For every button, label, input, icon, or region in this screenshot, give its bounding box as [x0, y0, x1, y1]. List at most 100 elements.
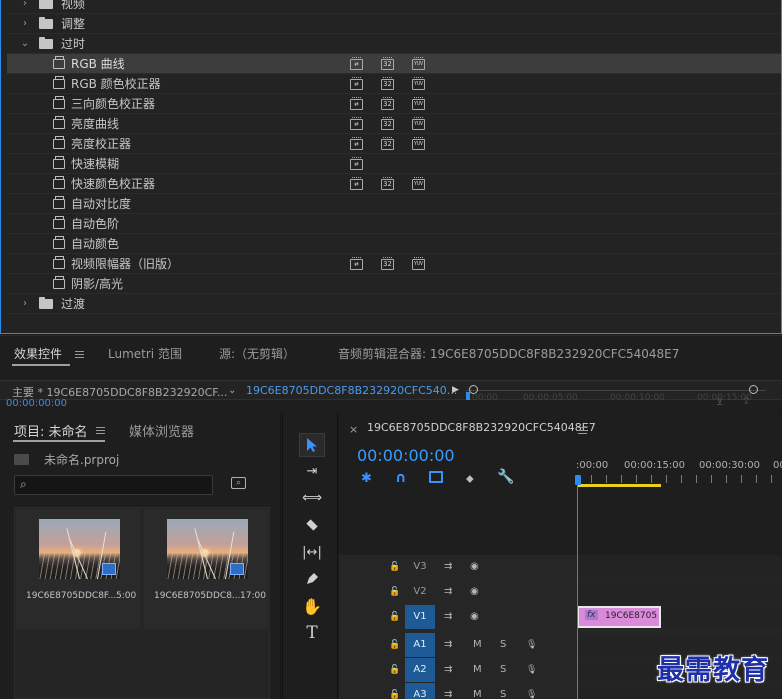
tab-media-browser[interactable]: 媒体浏览器 — [129, 421, 194, 440]
sync-lock-icon[interactable]: ⇉ — [444, 561, 452, 573]
panel-menu-icon[interactable] — [75, 351, 84, 358]
tab-effect-controls[interactable]: 效果控件 — [14, 345, 62, 362]
effect-row[interactable]: RGB 颜色校正器 ⇄ 32 YUV — [7, 74, 781, 94]
effects-folder-row[interactable]: › 调整 — [7, 14, 781, 34]
tab-source[interactable]: 源:（无剪辑） — [219, 345, 295, 362]
lock-icon[interactable]: 🔓 — [389, 639, 400, 651]
effects-folder-row[interactable]: › 过渡 — [7, 294, 781, 314]
effect-row[interactable]: 亮度曲线 ⇄ 32 YUV — [7, 114, 781, 134]
track-lane[interactable] — [576, 580, 782, 604]
mute-button[interactable]: M — [473, 639, 482, 650]
sequence-tab[interactable]: 19C6E8705DDC8F8B232920CFC54048E7 — [367, 421, 596, 434]
lock-icon[interactable]: 🔓 — [389, 586, 400, 598]
track-target-toggle[interactable]: V1 — [405, 605, 435, 629]
effect-row[interactable]: 自动色阶 — [7, 214, 781, 234]
effects-folder-row[interactable]: › 视频 — [7, 0, 781, 14]
tab-audio-clip-mixer[interactable]: 音频剪辑混合器: 19C6E8705DDC8F8B232920CFC54048E… — [338, 345, 679, 362]
microphone-icon[interactable]: 🎙 — [526, 664, 537, 676]
effect-row[interactable]: 自动对比度 — [7, 194, 781, 214]
timeline-playhead[interactable] — [575, 475, 581, 485]
add-marker-icon[interactable]: ⬥ — [466, 472, 474, 486]
chevron-right-icon[interactable]: › — [19, 18, 31, 29]
track-v3: 🔓 V3 ⇉ ◉ — [339, 555, 782, 579]
mini-ruler-tick: 00:00:05:00 — [523, 393, 578, 403]
mute-button[interactable]: M — [473, 664, 482, 675]
razor-tool-icon[interactable] — [299, 513, 325, 537]
chevron-right-icon[interactable]: › — [19, 298, 31, 309]
selection-tool-icon[interactable] — [299, 433, 325, 457]
effect-row[interactable]: 三向颜色校正器 ⇄ 32 YUV — [7, 94, 781, 114]
effects-folder-row[interactable]: ⌄ 过时 — [7, 34, 781, 54]
sequence-clip-label[interactable]: 19C6E8705DDC8F8B232920CFC540... — [246, 384, 457, 397]
timeline-clip-name: 19C6E8705 — [605, 611, 658, 621]
close-icon[interactable]: × — [349, 423, 358, 436]
solo-button[interactable]: S — [500, 689, 506, 699]
effect-row[interactable]: RGB 曲线 ⇄ 32 YUV — [7, 54, 781, 74]
effect-row[interactable]: 快速颜色校正器 ⇄ 32 YUV — [7, 174, 781, 194]
work-area-bar[interactable] — [577, 484, 661, 487]
eye-icon[interactable]: ◉ — [470, 586, 479, 598]
search-input[interactable]: ⌕ — [14, 475, 213, 495]
track-target-toggle[interactable]: A2 — [405, 658, 435, 682]
fx-playhead[interactable] — [466, 392, 470, 400]
track-target-toggle[interactable]: V2 — [405, 580, 435, 604]
panel-menu-icon[interactable] — [96, 427, 105, 434]
clip-thumbnail[interactable] — [167, 519, 248, 579]
mute-button[interactable]: M — [473, 689, 482, 699]
chevron-down-icon[interactable]: ⌄ — [228, 385, 236, 396]
effect-row[interactable]: 快速模糊 ⇄ — [7, 154, 781, 174]
track-target-toggle[interactable]: A1 — [405, 633, 435, 657]
tab-project[interactable]: 项目: 未命名 — [14, 421, 88, 440]
panel-menu-icon[interactable] — [578, 427, 587, 434]
eye-icon[interactable]: ◉ — [470, 611, 479, 623]
sync-lock-icon[interactable]: ⇉ — [444, 639, 452, 651]
sync-lock-icon[interactable]: ⇉ — [444, 664, 452, 676]
eye-icon[interactable]: ◉ — [470, 561, 479, 573]
play-triangle-icon[interactable]: ▶ — [452, 385, 459, 395]
microphone-icon[interactable]: 🎙 — [526, 689, 537, 699]
sync-lock-icon[interactable]: ⇉ — [444, 689, 452, 699]
effect-row[interactable]: 自动颜色 — [7, 234, 781, 254]
clip-name: 19C6E8705DDC8... — [154, 591, 241, 601]
lock-icon[interactable]: 🔓 — [389, 689, 400, 699]
solo-button[interactable]: S — [500, 639, 506, 650]
slip-tool-icon[interactable]: |↔| — [299, 540, 325, 564]
ruler-ticks — [576, 475, 782, 483]
track-target-toggle[interactable]: V3 — [405, 555, 435, 579]
sync-lock-icon[interactable]: ⇉ — [444, 611, 452, 623]
effect-row[interactable]: 亮度校正器 ⇄ 32 YUV — [7, 134, 781, 154]
lock-icon[interactable]: 🔓 — [389, 664, 400, 676]
filter-icon[interactable]: ⊻ — [716, 397, 723, 408]
nest-toggle-icon[interactable]: ✱ — [361, 471, 372, 486]
timeline-clip[interactable]: fx 19C6E8705 — [577, 606, 661, 628]
find-icon[interactable]: ⌕ — [231, 477, 246, 489]
project-clip-item[interactable]: 19C6E8705DDC8... 17:00 — [144, 509, 268, 629]
snap-magnet-icon[interactable]: ∩ — [395, 470, 406, 486]
chevron-down-icon[interactable]: ⌄ — [19, 38, 31, 49]
ripple-edit-tool-icon[interactable]: ⟺ — [299, 486, 325, 510]
timeline-timecode[interactable]: 00:00:00:00 — [357, 446, 455, 465]
effect-row[interactable]: 视频限幅器（旧版） ⇄ 32 YUV — [7, 254, 781, 274]
sync-lock-icon[interactable]: ⇉ — [444, 586, 452, 598]
wrench-icon[interactable]: 🔧 — [497, 469, 514, 485]
tab-lumetri-scopes[interactable]: Lumetri 范围 — [108, 345, 182, 362]
clip-thumbnail[interactable] — [39, 519, 120, 579]
linked-selection-icon[interactable] — [429, 471, 443, 483]
export-icon[interactable]: ⇪ — [742, 396, 750, 407]
track-target-toggle[interactable]: A3 — [405, 683, 435, 699]
track-lane[interactable]: fx 19C6E8705 — [576, 605, 782, 629]
hand-tool-icon[interactable]: ✋ — [299, 594, 325, 618]
track-lane[interactable] — [576, 555, 782, 579]
effect-row[interactable]: 阴影/高光 — [7, 274, 781, 294]
track-select-tool-icon[interactable]: ⇥ — [299, 459, 325, 483]
type-tool-icon[interactable]: T — [299, 621, 325, 645]
ruler-tick: 00:00:15:00 — [624, 460, 686, 471]
pen-tool-icon[interactable] — [299, 567, 325, 591]
chevron-right-icon[interactable]: › — [19, 0, 31, 9]
microphone-icon[interactable]: 🎙 — [526, 639, 537, 651]
project-clip-item[interactable]: 19C6E8705DDC8F... 5:00 — [16, 509, 140, 629]
solo-button[interactable]: S — [500, 664, 506, 675]
lock-icon[interactable]: 🔓 — [389, 561, 400, 573]
lock-icon[interactable]: 🔓 — [389, 611, 400, 623]
fx-timecode[interactable]: 00:00:00:00 — [6, 398, 67, 409]
